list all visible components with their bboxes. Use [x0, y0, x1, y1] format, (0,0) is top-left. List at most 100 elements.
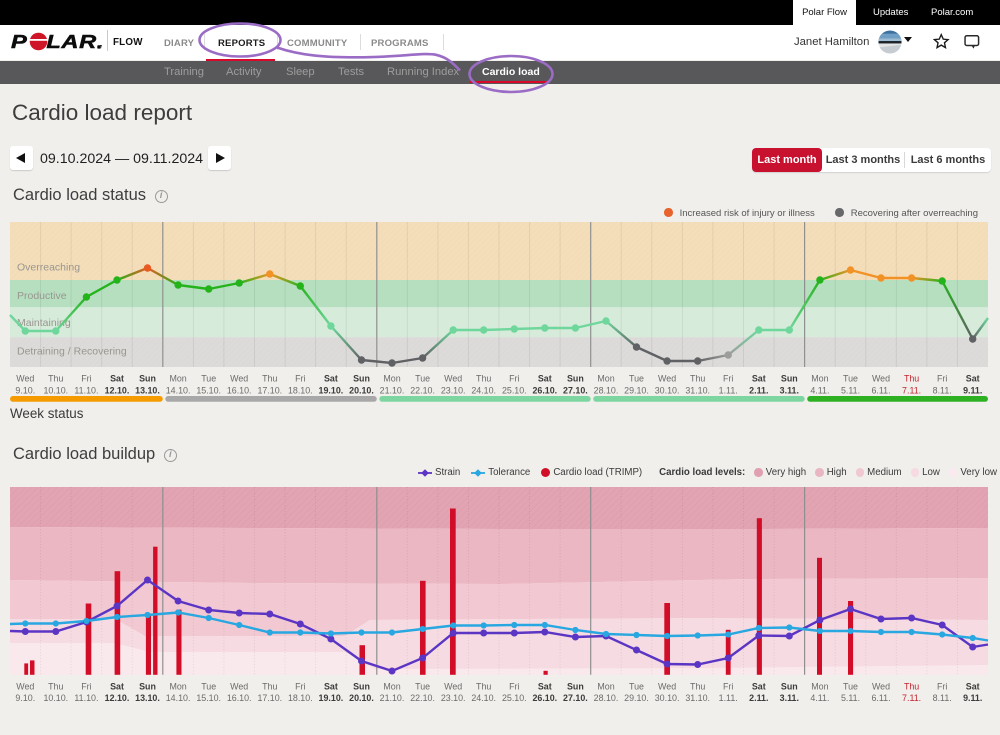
svg-text:Tue: Tue — [415, 374, 430, 384]
svg-text:Tue: Tue — [415, 682, 430, 692]
svg-text:9.10.: 9.10. — [15, 693, 35, 703]
svg-text:14.10.: 14.10. — [166, 693, 191, 703]
svg-text:Sat: Sat — [752, 682, 766, 692]
svg-text:24.10.: 24.10. — [471, 693, 496, 703]
svg-text:Mon: Mon — [383, 682, 400, 692]
svg-text:LAR.: LAR. — [46, 31, 104, 52]
svg-text:Sat: Sat — [538, 682, 552, 692]
svg-text:3.11.: 3.11. — [780, 693, 799, 703]
svg-text:Mon: Mon — [597, 374, 614, 384]
svg-text:Sat: Sat — [110, 374, 124, 384]
svg-text:Tue: Tue — [201, 682, 216, 692]
svg-text:14.10.: 14.10. — [166, 386, 191, 396]
svg-text:Thu: Thu — [48, 682, 63, 692]
svg-text:15.10.: 15.10. — [196, 386, 221, 396]
svg-text:22.10.: 22.10. — [410, 386, 435, 396]
svg-text:Wed: Wed — [444, 682, 462, 692]
svg-text:16.10.: 16.10. — [227, 386, 252, 396]
svg-text:Wed: Wed — [872, 374, 890, 384]
svg-text:2.11.: 2.11. — [749, 693, 768, 703]
svg-text:Week status: Week status — [10, 406, 84, 421]
svg-text:9.10.: 9.10. — [15, 386, 35, 396]
svg-text:Fri: Fri — [81, 374, 91, 384]
svg-text:Mon: Mon — [811, 682, 828, 692]
svg-text:Wed: Wed — [16, 374, 34, 384]
svg-text:Wed: Wed — [230, 374, 248, 384]
svg-text:Sat: Sat — [324, 682, 338, 692]
svg-text:Thu: Thu — [262, 374, 277, 384]
svg-text:4.11.: 4.11. — [810, 386, 829, 396]
svg-text:Sat: Sat — [752, 374, 766, 384]
svg-text:28.10.: 28.10. — [594, 693, 619, 703]
svg-text:Detraining / Recovering: Detraining / Recovering — [17, 346, 127, 358]
svg-text:Wed: Wed — [872, 682, 890, 692]
svg-text:Fri: Fri — [295, 682, 305, 692]
svg-text:7.11.: 7.11. — [902, 386, 921, 396]
svg-text:Fri: Fri — [295, 374, 305, 384]
svg-text:Tue: Tue — [629, 374, 644, 384]
svg-text:3.11.: 3.11. — [780, 386, 799, 396]
svg-text:8.11.: 8.11. — [933, 386, 952, 396]
svg-text:19.10.: 19.10. — [319, 693, 344, 703]
svg-text:Thu: Thu — [690, 682, 705, 692]
svg-text:Wed: Wed — [658, 374, 676, 384]
svg-text:Sun: Sun — [781, 682, 798, 692]
svg-text:4.11.: 4.11. — [810, 693, 829, 703]
svg-text:6.11.: 6.11. — [871, 693, 890, 703]
svg-text:11.10.: 11.10. — [74, 693, 98, 703]
svg-text:26.10.: 26.10. — [532, 386, 557, 396]
svg-text:Thu: Thu — [690, 374, 705, 384]
svg-text:20.10.: 20.10. — [349, 386, 374, 396]
svg-text:Wed: Wed — [230, 682, 248, 692]
svg-text:Sun: Sun — [353, 682, 370, 692]
svg-text:18.10.: 18.10. — [288, 386, 313, 396]
svg-text:10.10.: 10.10. — [43, 386, 68, 396]
svg-text:Tue: Tue — [843, 682, 858, 692]
svg-text:13.10.: 13.10. — [135, 386, 160, 396]
svg-text:Mon: Mon — [811, 374, 828, 384]
svg-text:Fri: Fri — [509, 374, 519, 384]
svg-text:Fri: Fri — [509, 682, 519, 692]
svg-text:7.11.: 7.11. — [902, 693, 921, 703]
svg-text:Mon: Mon — [597, 682, 614, 692]
svg-text:Tue: Tue — [629, 682, 644, 692]
svg-text:Fri: Fri — [723, 682, 733, 692]
svg-text:9.11.: 9.11. — [963, 386, 982, 396]
svg-text:8.11.: 8.11. — [933, 693, 952, 703]
svg-text:Fri: Fri — [937, 682, 947, 692]
svg-text:23.10.: 23.10. — [441, 693, 466, 703]
svg-text:17.10.: 17.10. — [257, 386, 282, 396]
svg-text:Sun: Sun — [353, 374, 370, 384]
svg-text:Wed: Wed — [16, 682, 34, 692]
svg-text:18.10.: 18.10. — [288, 693, 313, 703]
svg-text:29.10.: 29.10. — [624, 693, 649, 703]
svg-text:30.10.: 30.10. — [655, 693, 680, 703]
svg-text:Tue: Tue — [843, 374, 858, 384]
svg-text:Fri: Fri — [723, 374, 733, 384]
svg-text:16.10.: 16.10. — [227, 693, 252, 703]
svg-text:1.11.: 1.11. — [719, 693, 738, 703]
svg-text:Thu: Thu — [476, 374, 491, 384]
svg-text:Sun: Sun — [781, 374, 798, 384]
svg-text:Sun: Sun — [567, 374, 584, 384]
svg-text:13.10.: 13.10. — [135, 693, 160, 703]
svg-text:Sun: Sun — [567, 682, 584, 692]
svg-text:Mon: Mon — [169, 682, 186, 692]
svg-text:Mon: Mon — [383, 374, 400, 384]
svg-text:Sat: Sat — [538, 374, 552, 384]
svg-text:20.10.: 20.10. — [349, 693, 374, 703]
svg-text:28.10.: 28.10. — [594, 386, 619, 396]
svg-text:11.10.: 11.10. — [74, 386, 98, 396]
svg-text:Wed: Wed — [658, 682, 676, 692]
svg-text:Sat: Sat — [110, 682, 124, 692]
svg-text:P: P — [11, 31, 28, 52]
svg-text:21.10.: 21.10. — [380, 693, 405, 703]
svg-text:Thu: Thu — [476, 682, 491, 692]
svg-text:2.11.: 2.11. — [749, 386, 768, 396]
svg-text:12.10.: 12.10. — [105, 386, 130, 396]
svg-text:27.10.: 27.10. — [563, 693, 588, 703]
svg-text:22.10.: 22.10. — [410, 693, 435, 703]
svg-text:30.10.: 30.10. — [655, 386, 680, 396]
svg-text:12.10.: 12.10. — [105, 693, 130, 703]
svg-text:5.11.: 5.11. — [841, 386, 860, 396]
